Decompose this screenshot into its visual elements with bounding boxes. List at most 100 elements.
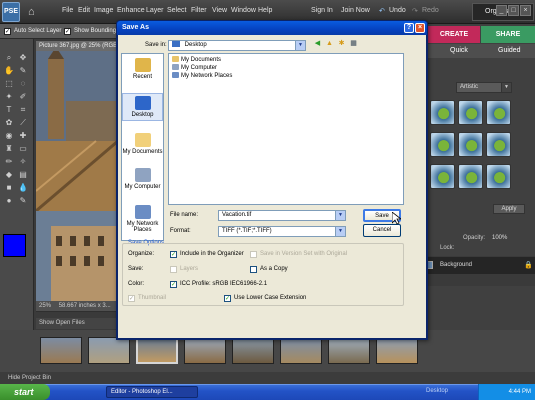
bin-thumbnail[interactable] [280, 337, 322, 364]
place-my-computer[interactable]: My Computer [122, 168, 163, 190]
thumbnail-checkbox[interactable]: ✓ [128, 295, 135, 302]
auto-select-checkbox[interactable]: ✓ [4, 28, 11, 35]
eyedropper-tool-icon[interactable]: ✎ [18, 66, 28, 75]
hand-tool-icon[interactable]: ✋ [4, 66, 14, 75]
effect-thumbnail[interactable] [430, 132, 455, 157]
brush-tool-icon[interactable]: ✏ [4, 157, 14, 166]
place-my-documents[interactable]: My Documents [122, 133, 163, 155]
straighten-tool-icon[interactable]: ⟋ [18, 118, 28, 127]
cancel-button[interactable]: Cancel [363, 224, 401, 237]
smart-brush-tool-icon[interactable]: ✧ [18, 157, 28, 166]
place-recent[interactable]: Recent [122, 58, 163, 80]
taskbar-item[interactable]: Editor - Photoshop El... [106, 386, 198, 398]
clone-stamp-tool-icon[interactable]: ♜ [4, 144, 14, 153]
effect-thumbnail[interactable] [458, 100, 483, 125]
menu-file[interactable]: File [62, 7, 73, 14]
foreground-color-swatch[interactable] [3, 234, 26, 257]
bin-thumbnail[interactable] [136, 337, 178, 364]
effect-thumbnail[interactable] [430, 100, 455, 125]
start-button[interactable]: start [0, 384, 50, 400]
marquee-tool-icon[interactable]: ⬚ [4, 79, 14, 88]
undo-button[interactable]: Undo [389, 7, 406, 14]
bin-thumbnail[interactable] [88, 337, 130, 364]
place-desktop[interactable]: Desktop [122, 93, 163, 121]
shape-tool-icon[interactable]: ■ [4, 183, 14, 192]
home-icon[interactable]: ⌂ [28, 6, 35, 18]
magic-wand-tool-icon[interactable]: ✦ [4, 92, 14, 101]
menu-view[interactable]: View [212, 7, 227, 14]
up-folder-icon[interactable]: ▲ [325, 39, 334, 48]
paint-bucket-tool-icon[interactable]: ◆ [4, 170, 14, 179]
sponge-tool-icon[interactable]: ● [4, 196, 14, 205]
hide-project-bin-button[interactable]: Hide Project Bin [0, 372, 535, 384]
tab-share[interactable]: SHARE [481, 26, 535, 43]
icc-profile-checkbox[interactable]: ✓ [170, 281, 177, 288]
tab-guided[interactable]: Guided [498, 47, 521, 54]
pencil-tool-icon[interactable]: ✎ [18, 196, 28, 205]
effect-thumbnail[interactable] [486, 100, 511, 125]
minimize-icon[interactable]: _ [496, 5, 507, 16]
back-icon[interactable]: ◀ [313, 39, 322, 48]
apply-effect-button[interactable]: Apply [493, 204, 525, 214]
tab-create[interactable]: CREATE [428, 26, 480, 43]
eraser-tool-icon[interactable]: ▭ [18, 144, 28, 153]
as-copy-checkbox[interactable] [250, 266, 257, 273]
save-in-select[interactable]: Desktop ▼ [168, 40, 306, 51]
red-eye-tool-icon[interactable]: ◉ [4, 131, 14, 140]
lowercase-extension-checkbox[interactable]: ✓ [224, 295, 231, 302]
menu-window[interactable]: Window [231, 7, 256, 14]
join-now-link[interactable]: Join Now [341, 7, 370, 14]
show-open-files-select[interactable]: Show Open Files [36, 318, 118, 329]
layer-row[interactable]: Background 🔒 [420, 257, 535, 274]
format-select[interactable]: TIFF (*.TIF;*.TIFF) ▼ [218, 226, 346, 237]
healing-brush-tool-icon[interactable]: ✚ [18, 131, 28, 140]
bin-thumbnail[interactable] [232, 337, 274, 364]
lasso-tool-icon[interactable]: ◌ [18, 79, 28, 88]
menu-layer[interactable]: Layer [146, 7, 164, 14]
bounding-box-checkbox[interactable]: ✓ [64, 28, 71, 35]
view-menu-icon[interactable]: ▦ [349, 39, 358, 48]
help-icon[interactable]: ? [404, 23, 414, 33]
menu-image[interactable]: Image [94, 7, 113, 14]
maximize-icon[interactable]: □ [508, 5, 519, 16]
effect-thumbnail[interactable] [458, 132, 483, 157]
redo-button[interactable]: Redo [422, 7, 439, 14]
bin-thumbnail[interactable] [376, 337, 418, 364]
tab-quick[interactable]: Quick [450, 47, 468, 54]
version-set-checkbox[interactable] [250, 251, 257, 258]
file-name-input[interactable]: Vacation.tif ▼ [218, 210, 346, 221]
cookie-cutter-tool-icon[interactable]: ✿ [4, 118, 14, 127]
type-tool-icon[interactable]: T [4, 105, 14, 114]
effect-thumbnail[interactable] [486, 164, 511, 189]
menu-edit[interactable]: Edit [78, 7, 90, 14]
undo-icon[interactable]: ↶ [379, 7, 385, 15]
crop-tool-icon[interactable]: ⌗ [18, 105, 28, 114]
desktop-toolbar-label[interactable]: Desktop [426, 388, 448, 394]
bin-thumbnail[interactable] [40, 337, 82, 364]
sign-in-link[interactable]: Sign In [311, 7, 333, 14]
menu-help[interactable]: Help [258, 7, 272, 14]
menu-select[interactable]: Select [167, 7, 186, 14]
dialog-close-icon[interactable]: × [415, 23, 425, 33]
effect-thumbnail[interactable] [430, 164, 455, 189]
redo-icon[interactable]: ↷ [412, 7, 418, 15]
file-item[interactable]: My Documents [172, 56, 221, 64]
place-network[interactable]: My Network Places [122, 205, 163, 233]
opacity-value[interactable]: 100% [492, 235, 507, 241]
close-icon[interactable]: × [520, 5, 531, 16]
dialog-title[interactable]: Save As [117, 21, 427, 35]
menu-enhance[interactable]: Enhance [117, 7, 145, 14]
zoom-tool-icon[interactable]: ⌕ [4, 53, 14, 62]
gradient-tool-icon[interactable]: ▤ [18, 170, 28, 179]
file-item[interactable]: My Computer [172, 64, 217, 72]
bin-thumbnail[interactable] [328, 337, 370, 364]
include-organizer-checkbox[interactable]: ✓ [170, 251, 177, 258]
new-folder-icon[interactable]: ✱ [337, 39, 346, 48]
effect-thumbnail[interactable] [458, 164, 483, 189]
file-item[interactable]: My Network Places [172, 72, 232, 80]
effects-filter-select[interactable]: Artistic ▼ [456, 82, 512, 93]
layers-checkbox[interactable] [170, 266, 177, 273]
bin-thumbnail[interactable] [184, 337, 226, 364]
effect-thumbnail[interactable] [486, 132, 511, 157]
blur-tool-icon[interactable]: 💧 [18, 183, 28, 192]
